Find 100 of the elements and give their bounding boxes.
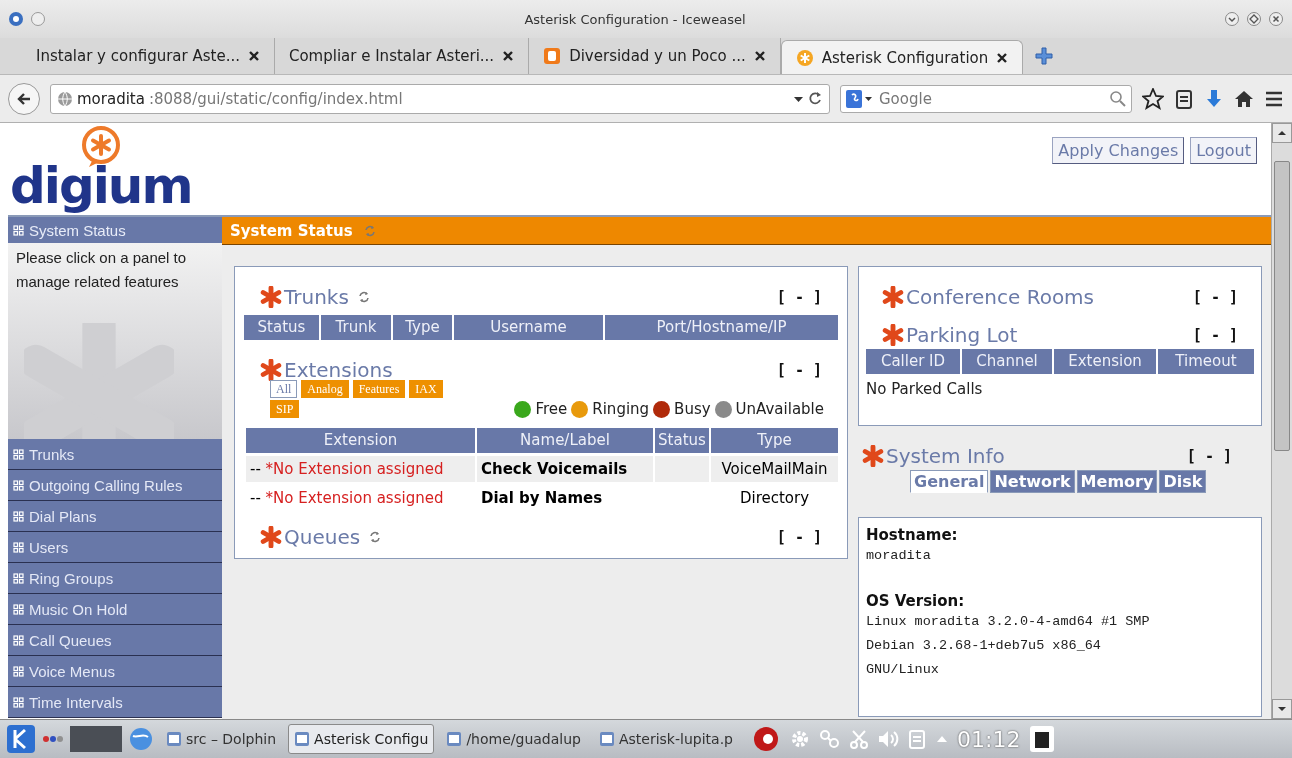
browser-tab[interactable]: Compliar e Instalar Asteri... — [274, 38, 530, 74]
sidebar-item[interactable]: Voice Menus — [8, 656, 222, 687]
section-title: Extensions — [284, 358, 393, 382]
scroll-down-icon[interactable] — [1277, 705, 1287, 713]
search-field[interactable]: Google — [840, 84, 1132, 113]
search-icon[interactable] — [1109, 89, 1126, 107]
globe-icon[interactable] — [128, 726, 154, 752]
scroll-up-icon[interactable] — [1277, 129, 1287, 137]
asterisk-icon — [882, 324, 904, 346]
table-cell: Dial by Names — [475, 485, 653, 511]
sidebar-item[interactable]: Dial Plans — [8, 501, 222, 532]
collapse-link[interactable]: [ - ] — [776, 528, 822, 546]
sidebar-item[interactable]: Trunks — [8, 439, 222, 470]
asterisk-icon — [862, 445, 884, 467]
maximize-icon[interactable] — [1246, 11, 1262, 27]
scrollbar[interactable] — [1271, 123, 1292, 719]
browser-tab[interactable]: Diversidad y un Poco ... — [529, 38, 781, 74]
close-icon[interactable] — [502, 50, 515, 62]
section-title: Parking Lot — [906, 323, 1018, 347]
table-cell: Directory — [709, 485, 838, 511]
star-icon[interactable] — [1142, 87, 1164, 110]
filter-tab[interactable]: SIP — [270, 400, 300, 418]
collapse-link[interactable]: [ - ] — [1186, 447, 1232, 465]
legend-label: UnAvailable — [735, 400, 824, 418]
clipboard-icon[interactable] — [907, 728, 927, 750]
app-icon — [8, 11, 24, 27]
search-engine-icon[interactable] — [846, 89, 872, 108]
collapse-link[interactable]: [ - ] — [1192, 326, 1238, 344]
sidebar-item[interactable]: Ring Groups — [8, 563, 222, 594]
minimize-icon[interactable] — [1224, 11, 1240, 27]
plus-icon[interactable] — [1035, 47, 1054, 65]
info-tab[interactable]: General — [910, 470, 989, 493]
section-title: Conference Rooms — [906, 285, 1095, 309]
grid-icon — [13, 572, 24, 584]
section-title: Trunks — [284, 285, 349, 309]
grid-icon — [13, 479, 24, 491]
clipboard-icon[interactable] — [1174, 88, 1194, 109]
grid-icon — [13, 603, 24, 615]
close-icon[interactable] — [753, 50, 766, 62]
window-icon — [294, 731, 311, 747]
field-label: OS Version: — [866, 592, 966, 610]
filter-tab[interactable]: Analog — [301, 380, 349, 398]
refresh-icon[interactable] — [356, 290, 371, 304]
window-icon — [166, 731, 182, 747]
refresh-icon[interactable] — [368, 530, 383, 544]
sidebar-item[interactable]: Outgoing Calling Rules — [8, 470, 222, 501]
close-icon[interactable] — [247, 50, 260, 62]
browser-tab[interactable]: Instalar y configurar Aste... — [22, 38, 275, 74]
sidebar-item[interactable]: Call Queues — [8, 625, 222, 656]
address-field[interactable]: moradita :8088/gui/static/config/index.html — [50, 83, 830, 114]
section-title: Queues — [284, 525, 361, 549]
header-button[interactable]: Apply Changes — [1052, 137, 1185, 164]
back-arrow-icon — [16, 90, 32, 107]
collapse-link[interactable]: [ - ] — [1192, 288, 1238, 306]
globe-icon — [57, 90, 73, 107]
taskbar-button[interactable]: Asterisk-lupita.p — [592, 724, 739, 754]
column-header: Status — [653, 428, 709, 453]
back-button[interactable] — [8, 82, 40, 115]
home-icon[interactable] — [1234, 88, 1254, 109]
grid-icon — [13, 665, 24, 677]
close-icon[interactable] — [1268, 11, 1284, 27]
window-icon — [598, 731, 615, 747]
sidebar-item[interactable]: System Status — [8, 217, 222, 243]
field-value: GNU/Linux — [866, 661, 940, 679]
launcher-icon[interactable] — [6, 724, 36, 754]
info-tab[interactable]: Network — [990, 470, 1075, 493]
asterisk-watermark-icon — [24, 323, 174, 439]
empty-message: No Parked Calls — [866, 380, 984, 398]
taskbar-button[interactable]: src – Dolphin — [160, 724, 283, 754]
info-tab[interactable]: Memory — [1076, 470, 1158, 493]
info-tab[interactable]: Disk — [1159, 470, 1207, 493]
close-icon[interactable] — [996, 51, 1009, 64]
browser-tab[interactable]: Asterisk Configuration — [780, 40, 1024, 74]
sidebar-item[interactable]: Time Intervals — [8, 687, 222, 718]
field-label: Hostname: — [866, 526, 959, 544]
section-title: System Info — [886, 444, 1005, 468]
sidebar-item[interactable]: Users — [8, 532, 222, 563]
sidebar-hint: Please click on a panel to manage related features — [15, 248, 188, 292]
pager-icon[interactable] — [70, 724, 122, 754]
legend-label: Busy — [674, 400, 711, 418]
filter-tab[interactable]: All — [270, 380, 298, 398]
sidebar-item[interactable]: Music On Hold — [8, 594, 222, 625]
table-cell: -- *No Extension assigned — [246, 456, 475, 482]
legend-label: Free — [535, 400, 568, 418]
window-icon — [446, 731, 463, 747]
taskbar-button[interactable]: Asterisk Configu — [288, 724, 435, 754]
reload-icon[interactable] — [808, 91, 823, 106]
grid-icon — [13, 634, 24, 646]
header-button[interactable]: Logout — [1190, 137, 1257, 164]
grid-icon — [13, 224, 24, 236]
taskbar-button[interactable]: /home/guadalup — [440, 724, 587, 754]
dropdown-caret-icon[interactable] — [793, 94, 804, 103]
square-icon — [543, 47, 562, 65]
download-icon[interactable] — [1204, 88, 1224, 109]
collapse-link[interactable]: [ - ] — [776, 361, 822, 379]
asterisk-icon — [260, 359, 282, 381]
collapse-link[interactable]: [ - ] — [776, 288, 822, 306]
filter-tab[interactable]: IAX — [409, 380, 443, 398]
field-value: Linux moradita 3.2.0-4-amd64 #1 SMP — [866, 613, 1151, 631]
filter-tab[interactable]: Features — [352, 380, 406, 398]
